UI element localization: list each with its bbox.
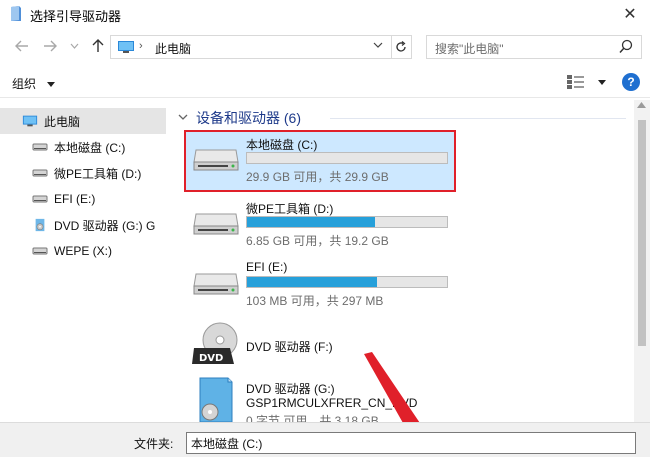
refresh-icon: [395, 41, 406, 52]
group-header-devices[interactable]: 设备和驱动器 (6): [178, 108, 301, 128]
recent-locations-button[interactable]: [64, 36, 84, 56]
drive-size: 6.85 GB 可用，共 19.2 GB: [246, 234, 389, 248]
command-bar: 组织 ?: [0, 66, 650, 98]
drive-icon: [32, 169, 48, 177]
dvd-drive-icon: DVD: [192, 322, 238, 364]
view-dropdown-button[interactable]: [598, 80, 606, 85]
installer-disc-icon: [199, 377, 233, 422]
nav-item-drive-c[interactable]: 本地磁盘 (C:): [0, 134, 166, 160]
drive-usage-bar: [246, 276, 448, 288]
caret-down-icon: [47, 82, 56, 88]
group-title: 设备和驱动器 (6): [196, 110, 301, 126]
address-bar[interactable]: › 此电脑: [110, 35, 392, 59]
close-icon: ✕: [623, 6, 637, 23]
nav-item-drive-e[interactable]: EFI (E:): [0, 186, 166, 212]
organize-label: 组织: [12, 77, 37, 91]
nav-item-this-pc[interactable]: 此电脑: [0, 108, 166, 134]
drive-icon: [32, 247, 48, 255]
drive-size: 29.9 GB 可用，共 29.9 GB: [246, 170, 389, 184]
back-button[interactable]: [12, 36, 32, 56]
title-bar: 选择引导驱动器 ✕: [0, 0, 650, 28]
drive-name: 本地磁盘 (C:): [246, 138, 318, 152]
drive-icon: [32, 195, 48, 203]
chevron-down-icon: [70, 43, 78, 49]
drive-usage-bar: [246, 152, 448, 164]
content-scrollbar[interactable]: [634, 100, 650, 422]
nav-item-label: 微PE工具箱 (D:): [54, 166, 142, 181]
search-placeholder: 搜索"此电脑": [435, 42, 504, 56]
refresh-button[interactable]: [390, 35, 412, 59]
drive-size: 103 MB 可用，共 297 MB: [246, 294, 384, 308]
nav-item-label: 此电脑: [44, 114, 81, 129]
search-box[interactable]: 搜索"此电脑": [426, 35, 642, 59]
forward-button[interactable]: [40, 36, 60, 56]
collapse-chevron-icon: [178, 112, 188, 124]
help-icon: ?: [627, 75, 635, 89]
dvd-name: DVD 驱动器 (F:): [246, 340, 333, 354]
computer-icon: [22, 115, 38, 127]
drive-usage-fill: [247, 217, 375, 227]
folder-bar: 文件夹:: [0, 422, 650, 457]
navigation-bar: › 此电脑 搜索"此电脑": [0, 30, 650, 64]
nav-item-label: WEPE (X:): [54, 244, 113, 258]
search-icon[interactable]: [619, 39, 633, 55]
chevron-down-icon: [373, 42, 383, 48]
dvd-icon: [35, 218, 45, 232]
drive-usage-bar: [246, 216, 448, 228]
nav-item-label: 本地磁盘 (C:): [54, 140, 126, 155]
breadcrumb-this-pc[interactable]: 此电脑: [155, 40, 191, 57]
arrow-right-icon: [44, 40, 57, 52]
window-title: 选择引导驱动器: [30, 9, 122, 24]
nav-item-label: DVD 驱动器 (G:) G: [54, 218, 156, 233]
up-button[interactable]: [88, 36, 108, 56]
drive-item-d[interactable]: 微PE工具箱 (D:) 6.85 GB 可用，共 19.2 GB: [186, 196, 454, 254]
view-options-icon[interactable]: [566, 74, 586, 90]
organize-button[interactable]: 组织: [12, 75, 56, 92]
folder-label: 文件夹:: [134, 437, 174, 451]
drive-item-c[interactable]: 本地磁盘 (C:) 29.9 GB 可用，共 29.9 GB: [184, 130, 456, 192]
dvd-name: DVD 驱动器 (G:): [246, 382, 335, 396]
breadcrumb-separator: ›: [139, 40, 143, 52]
group-divider: [330, 118, 626, 119]
scroll-up-icon[interactable]: [637, 102, 646, 108]
close-button[interactable]: ✕: [610, 0, 650, 28]
drive-name: 微PE工具箱 (D:): [246, 202, 334, 216]
help-button[interactable]: ?: [622, 73, 640, 91]
hard-drive-icon: [193, 149, 239, 171]
nav-item-dvd-g[interactable]: DVD 驱动器 (G:) G: [0, 212, 166, 238]
hard-drive-icon: [193, 273, 239, 295]
arrow-up-icon: [92, 39, 104, 52]
dvd-disc-label: DVD: [199, 353, 223, 364]
scrollbar-thumb[interactable]: [638, 120, 646, 346]
address-dropdown-button[interactable]: [373, 39, 383, 54]
drive-name: EFI (E:): [246, 260, 288, 274]
drive-item-e[interactable]: EFI (E:) 103 MB 可用，共 297 MB: [186, 256, 454, 314]
hard-drive-icon: [193, 213, 239, 235]
nav-item-drive-d[interactable]: 微PE工具箱 (D:): [0, 160, 166, 186]
folder-input[interactable]: [186, 432, 636, 454]
navigation-pane: 此电脑 本地磁盘 (C:) 微PE工具箱 (D:) EFI (E:) DVD 驱…: [0, 100, 166, 422]
app-icon: [11, 6, 21, 21]
nav-item-label: EFI (E:): [54, 192, 96, 206]
nav-item-drive-x[interactable]: WEPE (X:): [0, 238, 166, 264]
arrow-left-icon: [15, 40, 28, 52]
drive-icon: [32, 143, 48, 151]
computer-icon: [118, 41, 134, 53]
drive-usage-fill: [247, 277, 377, 287]
